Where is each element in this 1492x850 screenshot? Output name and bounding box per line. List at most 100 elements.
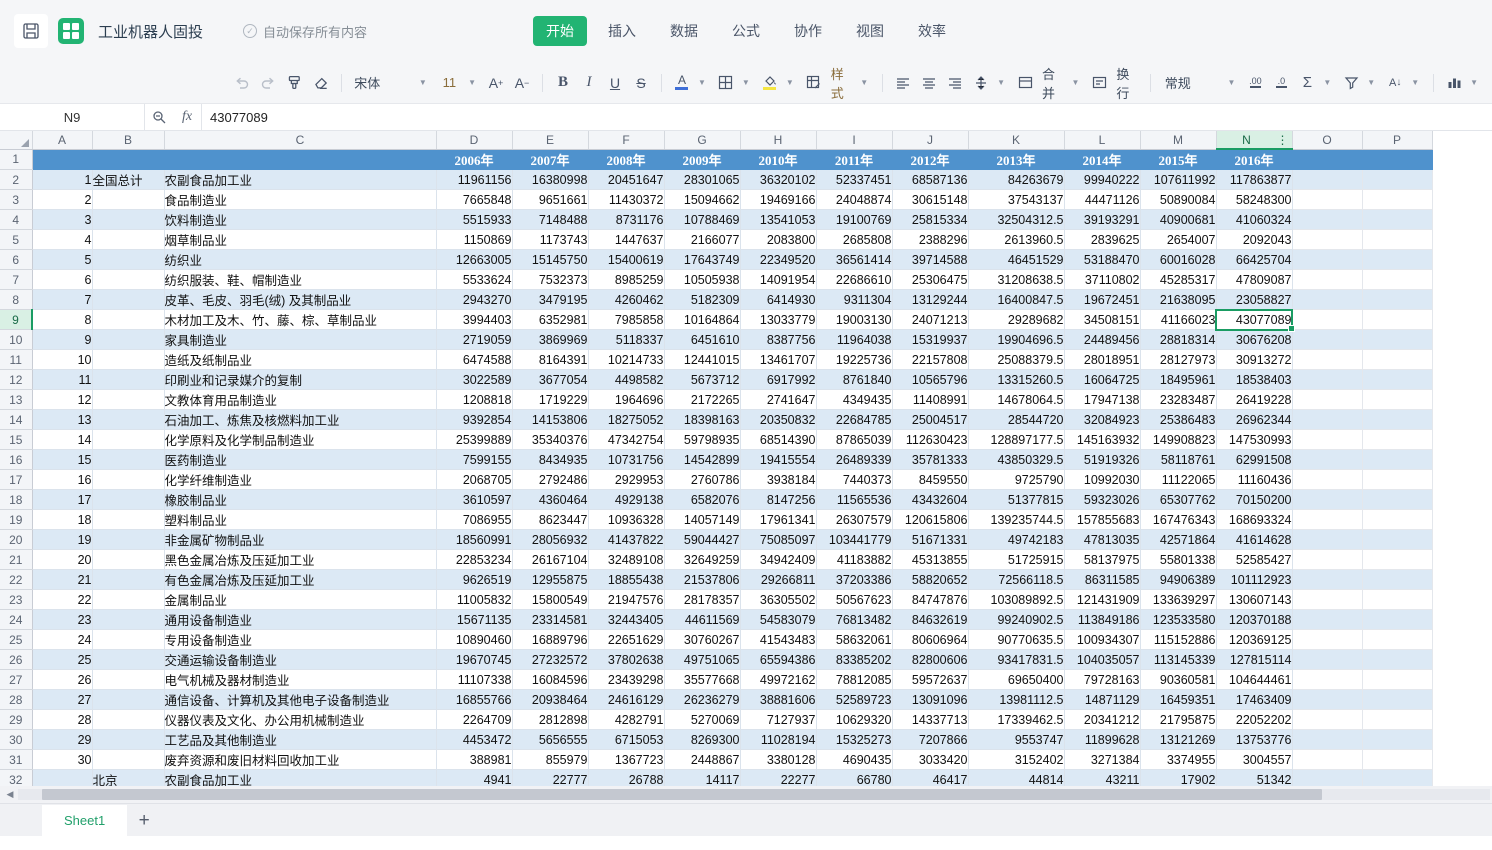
undo-icon[interactable] [230, 70, 254, 96]
cell-O20[interactable] [1292, 529, 1363, 550]
cell-I16[interactable]: 26489339 [816, 449, 893, 470]
cell-P8[interactable] [1362, 289, 1433, 310]
row-header-24[interactable]: 24 [0, 609, 33, 630]
cell-P17[interactable] [1362, 469, 1433, 490]
cell-G20[interactable]: 59044427 [664, 529, 741, 550]
table-row[interactable]: 26 25 交通运输设备制造业 19670745 27232572 37802638 497… [0, 649, 1433, 670]
cell-J5[interactable]: 2388296 [892, 229, 969, 250]
cell-A31[interactable]: 30 [32, 749, 93, 770]
cell-C17[interactable]: 化学纤维制造业 [164, 469, 437, 490]
cell-D3[interactable]: 7665848 [436, 189, 513, 210]
cell-F17[interactable]: 2929953 [588, 469, 665, 490]
cell-C26[interactable]: 交通运输设备制造业 [164, 649, 437, 670]
cell-B2[interactable]: 全国总计 [92, 169, 165, 190]
cell-P2[interactable] [1362, 169, 1433, 190]
row-header-29[interactable]: 29 [0, 709, 33, 730]
column-header-p[interactable]: P [1362, 131, 1433, 150]
cell-H18[interactable]: 8147256 [740, 489, 817, 510]
cell-B5[interactable] [92, 229, 165, 250]
cell-A1[interactable] [32, 149, 93, 170]
cell-M9[interactable]: 41166023 [1140, 309, 1217, 330]
cell-H31[interactable]: 3380128 [740, 749, 817, 770]
cell-C9[interactable]: 木材加工及木、竹、藤、棕、草制品业 [164, 309, 437, 330]
cell-A8[interactable]: 7 [32, 289, 93, 310]
row-header-5[interactable]: 5 [0, 229, 33, 250]
sort-icon[interactable]: A ↓ [1383, 70, 1407, 96]
cell-N6[interactable]: 66425704 [1216, 249, 1293, 270]
cell-J29[interactable]: 14337713 [892, 709, 969, 730]
cell-M2[interactable]: 107611992 [1140, 169, 1217, 190]
cell-H16[interactable]: 19415554 [740, 449, 817, 470]
cell-N18[interactable]: 70150200 [1216, 489, 1293, 510]
cell-G19[interactable]: 14057149 [664, 509, 741, 530]
cell-D5[interactable]: 1150869 [436, 229, 513, 250]
cell-P13[interactable] [1362, 389, 1433, 410]
cell-P11[interactable] [1362, 349, 1433, 370]
cell-M22[interactable]: 94906389 [1140, 569, 1217, 590]
cell-I21[interactable]: 41183882 [816, 549, 893, 570]
merge-chevron-down-icon[interactable]: ▼ [1069, 78, 1085, 87]
add-sheet-icon[interactable]: + [127, 805, 161, 836]
fill-color-icon[interactable] [758, 70, 782, 96]
cell-K30[interactable]: 9553747 [968, 729, 1065, 750]
cell-E20[interactable]: 28056932 [512, 529, 589, 550]
cell-K21[interactable]: 51725915 [968, 549, 1065, 570]
cell-B12[interactable] [92, 369, 165, 390]
cell-I31[interactable]: 4690435 [816, 749, 893, 770]
scroll-left-icon[interactable]: ◀ [2, 789, 18, 800]
cell-A4[interactable]: 3 [32, 209, 93, 230]
cell-G25[interactable]: 30760267 [664, 629, 741, 650]
cell-N29[interactable]: 22052202 [1216, 709, 1293, 730]
cell-J31[interactable]: 3033420 [892, 749, 969, 770]
cell-I30[interactable]: 15325273 [816, 729, 893, 750]
cell-D13[interactable]: 1208818 [436, 389, 513, 410]
align-center-icon[interactable] [917, 70, 941, 96]
cell-B4[interactable] [92, 209, 165, 230]
cell-G15[interactable]: 59798935 [664, 429, 741, 450]
table-row[interactable]: 3 2 食品制造业 7665848 9651661 11430372 15094662 194… [0, 189, 1433, 210]
cell-N13[interactable]: 26419228 [1216, 389, 1293, 410]
cell-D16[interactable]: 7599155 [436, 449, 513, 470]
cell-B1[interactable] [92, 149, 165, 170]
cell-L10[interactable]: 24489456 [1064, 329, 1141, 350]
cell-G2[interactable]: 28301065 [664, 169, 741, 190]
cell-B22[interactable] [92, 569, 165, 590]
table-row[interactable]: 21 20 黑色金属冶炼及压延加工业 22853234 26167104 32489108… [0, 549, 1433, 570]
cell-A5[interactable]: 4 [32, 229, 93, 250]
cell-F14[interactable]: 18275052 [588, 409, 665, 430]
cell-F7[interactable]: 8985259 [588, 269, 665, 290]
cell-D26[interactable]: 19670745 [436, 649, 513, 670]
cell-N30[interactable]: 13753776 [1216, 729, 1293, 750]
cell-G6[interactable]: 17643749 [664, 249, 741, 270]
cell-F22[interactable]: 18855438 [588, 569, 665, 590]
cell-H26[interactable]: 65594386 [740, 649, 817, 670]
cell-O28[interactable] [1292, 689, 1363, 710]
cell-B23[interactable] [92, 589, 165, 610]
cell-G8[interactable]: 5182309 [664, 289, 741, 310]
cell-I29[interactable]: 10629320 [816, 709, 893, 730]
cell-H20[interactable]: 75085097 [740, 529, 817, 550]
cell-C23[interactable]: 金属制品业 [164, 589, 437, 610]
cell-N16[interactable]: 62991508 [1216, 449, 1293, 470]
cell-N21[interactable]: 52585427 [1216, 549, 1293, 570]
cell-A28[interactable]: 27 [32, 689, 93, 710]
cell-H27[interactable]: 49972162 [740, 669, 817, 690]
cell-C19[interactable]: 塑料制品业 [164, 509, 437, 530]
row-header-11[interactable]: 11 [0, 349, 33, 370]
cell-N8[interactable]: 23058827 [1216, 289, 1293, 310]
cell-N22[interactable]: 101112923 [1216, 569, 1293, 590]
name-box[interactable]: N9 [0, 104, 145, 130]
cell-O24[interactable] [1292, 609, 1363, 630]
cell-E3[interactable]: 9651661 [512, 189, 589, 210]
cell-L28[interactable]: 14871129 [1064, 689, 1141, 710]
filter-icon[interactable] [1339, 70, 1363, 96]
cell-O22[interactable] [1292, 569, 1363, 590]
cell-N1[interactable]: 2016年 [1216, 149, 1293, 170]
cell-F8[interactable]: 4260462 [588, 289, 665, 310]
column-header-m[interactable]: M [1140, 131, 1217, 150]
cell-A17[interactable]: 16 [32, 469, 93, 490]
cell-A19[interactable]: 18 [32, 509, 93, 530]
cell-E26[interactable]: 27232572 [512, 649, 589, 670]
cell-M29[interactable]: 21795875 [1140, 709, 1217, 730]
cell-B19[interactable] [92, 509, 165, 530]
